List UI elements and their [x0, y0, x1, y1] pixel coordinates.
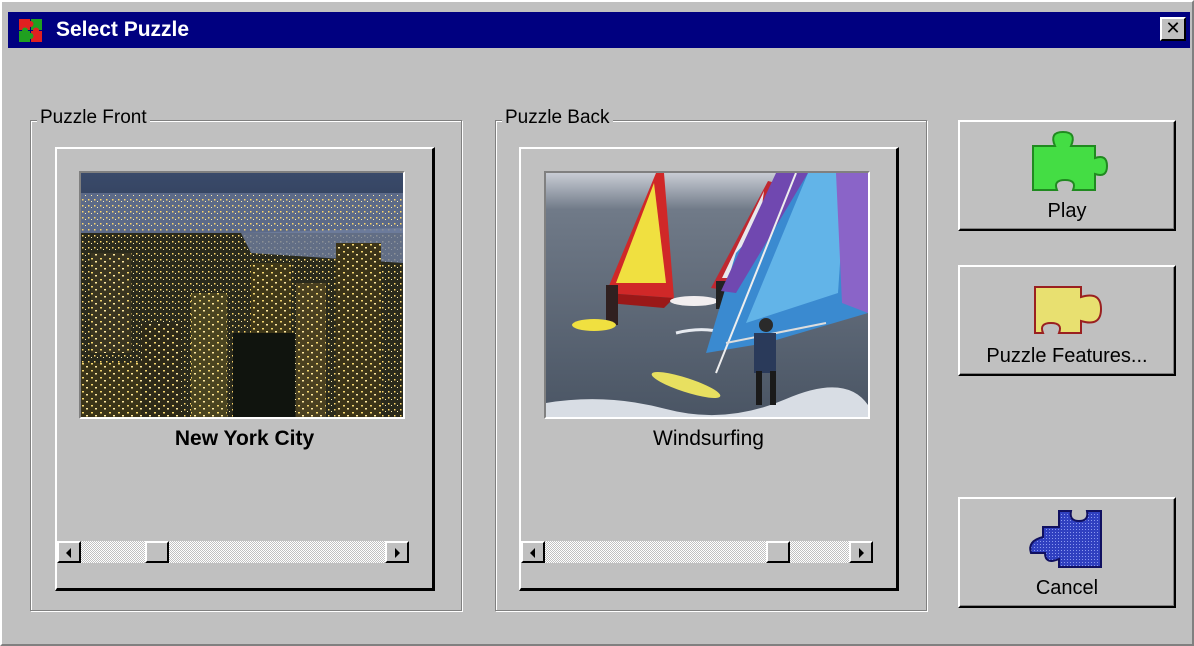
left-arrow-icon [66, 548, 71, 558]
green-puzzle-piece-icon [1032, 130, 1109, 191]
puzzle-back-caption: Windsurfing [653, 427, 764, 450]
city-night-photo [81, 173, 403, 417]
puzzle-features-button[interactable]: Puzzle Features... [958, 265, 1176, 376]
right-arrow-icon [395, 548, 400, 558]
window-title: Select Puzzle [56, 18, 190, 41]
scroll-right-button[interactable] [385, 541, 409, 563]
puzzle-front-picker[interactable]: New York City [55, 147, 435, 591]
blue-puzzle-piece-icon [1029, 510, 1102, 568]
puzzle-features-label: Puzzle Features... [986, 345, 1148, 367]
title-bar[interactable]: Select Puzzle ✕ [8, 12, 1190, 48]
cancel-button[interactable]: Cancel [958, 497, 1176, 608]
yellow-puzzle-piece-icon [1034, 286, 1103, 334]
puzzle-back-group: Puzzle Back Windsurfing [495, 107, 927, 611]
select-puzzle-dialog: Select Puzzle ✕ Puzzle Front New York Ci… [0, 0, 1194, 646]
puzzle-back-image[interactable] [544, 171, 870, 419]
scrollbar-thumb[interactable] [145, 541, 170, 563]
close-icon: ✕ [1165, 18, 1181, 38]
right-arrow-icon [859, 548, 864, 558]
scrollbar-thumb[interactable] [766, 541, 791, 563]
puzzle-front-group: Puzzle Front New York City [30, 107, 462, 611]
scrollbar-track[interactable] [57, 541, 409, 563]
scroll-right-button[interactable] [849, 541, 873, 563]
puzzle-front-image[interactable] [79, 171, 405, 419]
scrollbar-track[interactable] [521, 541, 873, 563]
play-button[interactable]: Play [958, 120, 1176, 231]
puzzle-back-label: Puzzle Back [502, 107, 613, 129]
windsurfing-photo [546, 173, 868, 417]
puzzle-back-scrollbar[interactable] [521, 541, 873, 563]
puzzle-back-picker[interactable]: Windsurfing [519, 147, 899, 591]
cancel-label: Cancel [1035, 577, 1099, 599]
puzzle-app-icon [19, 19, 42, 42]
close-button[interactable]: ✕ [1160, 17, 1186, 41]
puzzle-front-caption: New York City [174, 427, 315, 450]
play-label: Play [1047, 200, 1087, 222]
scroll-left-button[interactable] [521, 541, 545, 563]
scroll-left-button[interactable] [57, 541, 81, 563]
puzzle-front-label: Puzzle Front [37, 107, 150, 129]
left-arrow-icon [530, 548, 535, 558]
puzzle-front-scrollbar[interactable] [57, 541, 409, 563]
